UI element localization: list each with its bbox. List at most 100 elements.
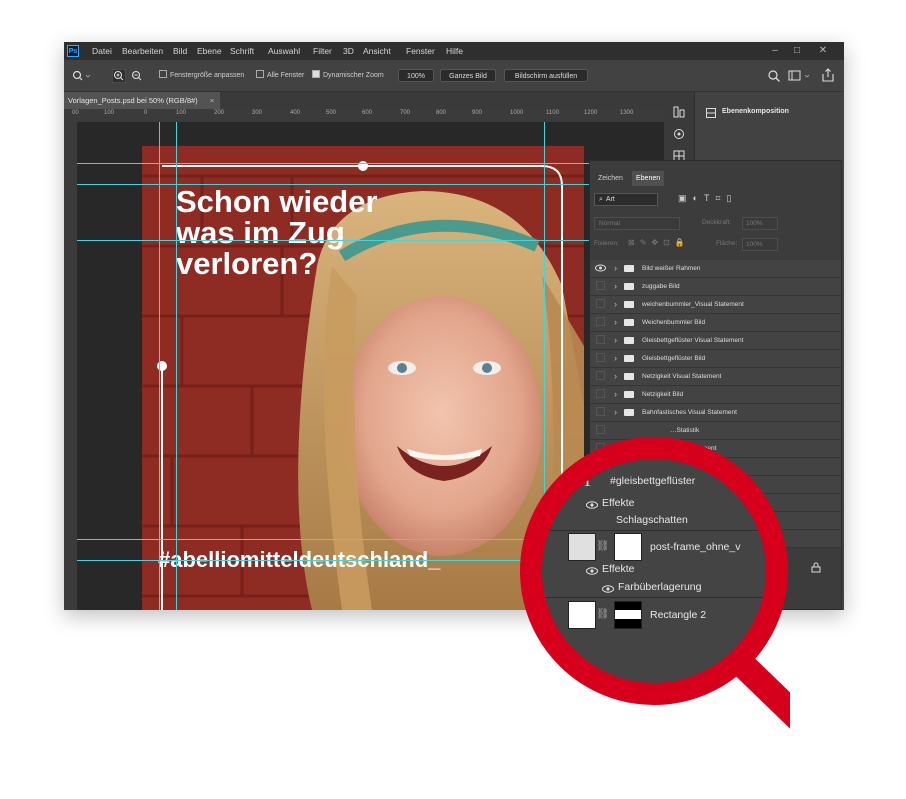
fill-screen-button[interactable]: Bildschirm ausfüllen <box>504 69 588 82</box>
filter-icons[interactable]: ▣◐T⌗▯ <box>678 193 737 204</box>
history-icon[interactable] <box>673 106 685 118</box>
eye-icon[interactable] <box>596 371 605 380</box>
share-icon[interactable] <box>821 68 835 83</box>
eye-icon[interactable] <box>596 389 605 398</box>
zoom-in-icon[interactable] <box>112 69 126 83</box>
eye-icon[interactable] <box>596 317 605 326</box>
ruler-tick: 1100 <box>546 110 559 116</box>
folder-icon <box>624 301 634 308</box>
layer-comps-panel: Ebenenkomposition <box>696 92 844 152</box>
layer-comps-icon <box>706 108 716 118</box>
folder-icon <box>624 337 634 344</box>
zoom-value-field[interactable]: 100% <box>398 69 434 82</box>
eye-icon[interactable] <box>595 264 606 272</box>
minimize-button[interactable]: – <box>764 42 786 60</box>
folder-icon <box>624 355 634 362</box>
headline-line-2: was im Zug <box>176 215 345 250</box>
ruler-tick: 1000 <box>510 110 524 116</box>
ruler-tick: 1300 <box>620 110 634 116</box>
guide-line[interactable] <box>176 122 177 610</box>
photoshop-logo: Ps <box>67 45 79 57</box>
ruler-tick: 400 <box>290 110 301 116</box>
ruler-tick: 0 <box>144 110 148 116</box>
eye-icon[interactable] <box>596 299 605 308</box>
zoom-out-icon[interactable] <box>130 69 144 83</box>
lock-icons[interactable]: ⊠✎✥⊡🔒 <box>628 238 690 247</box>
magnifier-icon <box>520 437 790 729</box>
lock-label: Fixieren: <box>594 240 619 247</box>
lock-icon[interactable] <box>811 562 821 573</box>
layer-comps-label[interactable]: Ebenenkomposition <box>722 108 789 115</box>
ruler-tick: 00 <box>72 110 79 116</box>
ruler-tick: 500 <box>326 110 337 116</box>
whole-image-button[interactable]: Ganzes Bild <box>440 69 496 82</box>
folder-icon <box>624 319 634 326</box>
ruler-tick: 900 <box>472 110 483 116</box>
eye-icon[interactable] <box>596 281 605 290</box>
menu-ebene[interactable]: Ebene <box>197 42 222 60</box>
layer-name: Gleisbettgeflüster Bild <box>642 355 706 362</box>
menu-bearbeiten[interactable]: Bearbeiten <box>122 42 163 60</box>
menu-filter[interactable]: Filter <box>313 42 332 60</box>
ruler-tick: 700 <box>400 110 411 116</box>
headline-line-1: Schon wieder <box>176 184 378 219</box>
tab-zeichen[interactable]: Zeichen <box>594 171 627 186</box>
ruler-tick: 800 <box>436 110 447 116</box>
menu-bar: Ps Datei Bearbeiten Bild Ebene Schrift A… <box>64 42 844 60</box>
zoom-tool-icon[interactable] <box>72 70 92 82</box>
ruler-tick: 1200 <box>584 110 598 116</box>
folder-icon <box>624 265 634 272</box>
layer-name: Weichenbummler Bild <box>642 319 706 326</box>
maximize-button[interactable]: □ <box>786 42 808 60</box>
menu-bild[interactable]: Bild <box>173 42 187 60</box>
layer-row[interactable]: › Gleisbettgeflüster Bild <box>590 350 841 368</box>
workspace-icon[interactable] <box>788 69 814 83</box>
menu-3d[interactable]: 3D <box>343 42 354 60</box>
layer-row[interactable]: › Gleisbettgeflüster Visual Statement <box>590 332 841 350</box>
ruler-tick: 200 <box>214 110 225 116</box>
options-bar: Fenstergröße anpassen Alle Fenster Dynam… <box>64 60 844 92</box>
fill-label: Fläche: <box>716 240 738 247</box>
menu-fenster[interactable]: Fenster <box>406 42 435 60</box>
ruler-tick: 100 <box>104 110 115 116</box>
menu-datei[interactable]: Datei <box>92 42 112 60</box>
eye-icon[interactable] <box>596 335 605 344</box>
dynamic-zoom-checkbox[interactable]: Dynamischer Zoom <box>312 60 384 91</box>
menu-auswahl[interactable]: Auswahl <box>268 42 300 60</box>
layer-row[interactable]: › Weichenbummler Bild <box>590 314 841 332</box>
ruler-tick: 100 <box>176 110 187 116</box>
menu-hilfe[interactable]: Hilfe <box>446 42 463 60</box>
vertical-ruler <box>64 122 77 610</box>
guide-line[interactable] <box>77 184 664 185</box>
close-window-button[interactable]: ✕ <box>812 42 834 60</box>
search-icon[interactable] <box>767 69 781 83</box>
layer-row[interactable]: › Netzigkeit Visual Statement <box>590 368 841 386</box>
all-windows-checkbox[interactable]: Alle Fenster <box>256 60 304 91</box>
guide-line[interactable] <box>77 240 664 241</box>
layer-row[interactable]: › Netzigkeit Bild <box>590 386 841 404</box>
layer-name: Bild weißer Rahmen <box>642 265 701 272</box>
fit-window-checkbox[interactable]: Fenstergröße anpassen <box>159 60 244 91</box>
eye-icon[interactable] <box>596 353 605 362</box>
menu-schrift[interactable]: Schrift <box>230 42 254 60</box>
menu-ansicht[interactable]: Ansicht <box>363 42 391 60</box>
close-tab-icon[interactable]: × <box>210 96 214 105</box>
horizontal-ruler: 00 100 0 100 200 300 400 500 600 700 800… <box>64 109 664 123</box>
blend-mode-select[interactable]: Normal <box>594 217 680 230</box>
layer-row[interactable]: › zuggabe Bild <box>590 278 841 296</box>
guide-line[interactable] <box>77 163 664 164</box>
layer-name: Netzigkeit Visual Statement <box>642 373 722 380</box>
layer-row[interactable]: › Bild weißer Rahmen <box>590 260 841 278</box>
guide-line[interactable] <box>159 122 160 610</box>
layer-row[interactable]: › weichenbummler_Visual Statement <box>590 296 841 314</box>
properties-icon[interactable] <box>673 128 685 140</box>
headline-text: Schon wieder was im Zug verloren? <box>176 186 378 279</box>
document-tab[interactable]: Vorlagen_Posts.psd bei 50% (RGB/8#) × <box>64 92 221 109</box>
layer-filter-select[interactable]: ⌕ Art <box>594 193 658 206</box>
fill-field[interactable]: 100% <box>742 238 778 251</box>
opacity-field[interactable]: 100% <box>742 217 778 230</box>
tab-ebenen[interactable]: Ebenen <box>632 171 665 186</box>
folder-icon <box>624 283 634 290</box>
document-tab-title: Vorlagen_Posts.psd bei 50% (RGB/8#) <box>68 96 198 105</box>
ruler-tick: 300 <box>252 110 263 116</box>
